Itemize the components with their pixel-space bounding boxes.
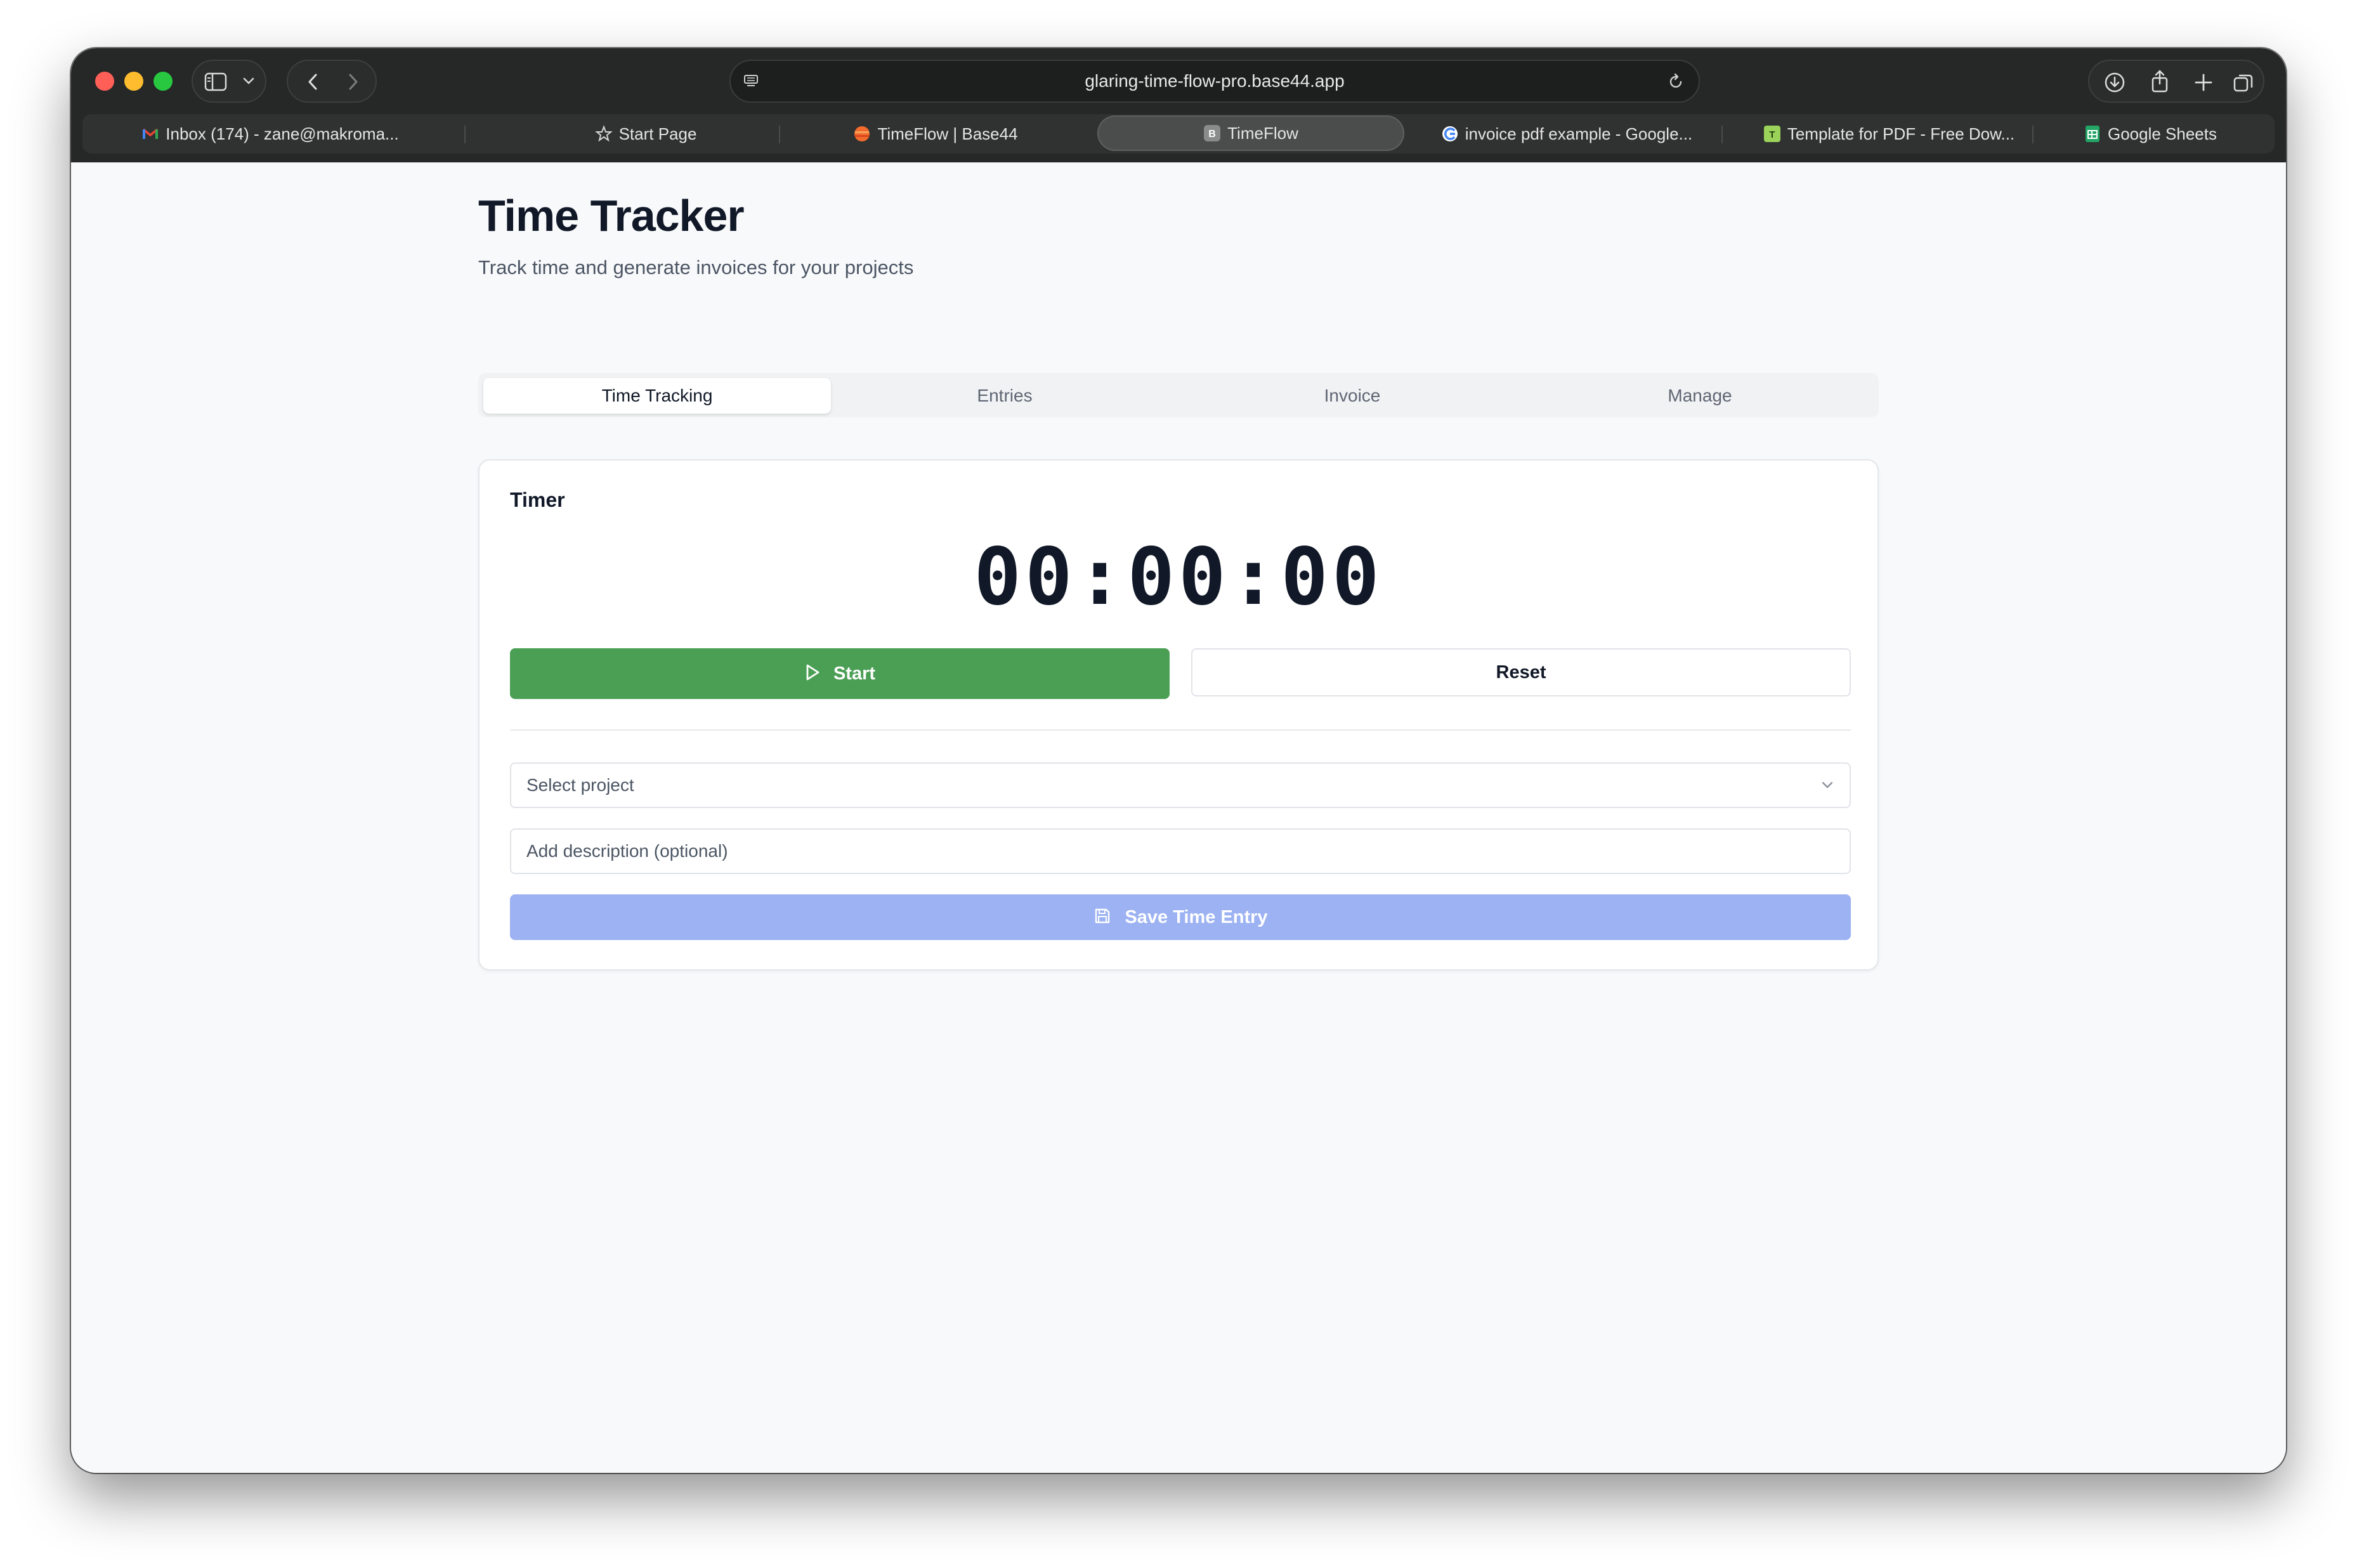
- svg-text:B: B: [1208, 129, 1216, 140]
- tab-separator: [2032, 126, 2034, 143]
- tab-separator: [464, 126, 466, 143]
- star-icon: [594, 125, 613, 142]
- project-select[interactable]: Select project: [510, 762, 1851, 808]
- start-button-label: Start: [833, 663, 876, 684]
- b-badge-icon: B: [1204, 125, 1221, 142]
- share-icon[interactable]: [2149, 69, 2171, 94]
- browser-tab-label: TimeFlow: [1227, 124, 1298, 143]
- browser-tab-google-sheets[interactable]: Google Sheets: [2055, 114, 2245, 154]
- divider: [510, 729, 1851, 731]
- page-content: Time Tracker Track time and generate inv…: [71, 162, 2286, 1473]
- browser-tab-timeflow-base44[interactable]: TimeFlow | Base44: [799, 114, 1072, 154]
- sidebar-toggle-group: [192, 60, 266, 103]
- save-time-entry-button[interactable]: Save Time Entry: [510, 894, 1851, 940]
- chevron-down-icon: [1822, 781, 1833, 788]
- page-subtitle: Track time and generate invoices for you…: [478, 256, 914, 278]
- reset-button[interactable]: Reset: [1191, 648, 1851, 696]
- sheets-icon: [2085, 126, 2099, 143]
- template-icon: T: [1763, 126, 1780, 143]
- tab-bar: Inbox (174) - zane@makroma... Start Page…: [82, 114, 2275, 154]
- tab-time-tracking[interactable]: Time Tracking: [483, 378, 831, 414]
- start-button[interactable]: Start: [510, 648, 1170, 699]
- downloads-icon[interactable]: [2103, 71, 2126, 94]
- browser-tab-label: Start Page: [618, 124, 697, 143]
- tab-entries[interactable]: Entries: [831, 378, 1178, 414]
- forward-icon[interactable]: [346, 72, 360, 91]
- google-icon: [1442, 126, 1458, 142]
- svg-text:T: T: [1769, 129, 1775, 140]
- minimize-window-button[interactable]: [124, 72, 143, 91]
- zoom-window-button[interactable]: [153, 72, 173, 91]
- new-tab-icon[interactable]: [2193, 72, 2214, 93]
- timer-card: Timer 00:00:00 Start Reset Select projec…: [478, 459, 1879, 970]
- page-title: Time Tracker: [478, 191, 745, 240]
- gmail-icon: [143, 128, 159, 140]
- tab-separator: [779, 126, 780, 143]
- browser-tab-label: Google Sheets: [2107, 124, 2217, 143]
- save-button-label: Save Time Entry: [1125, 907, 1268, 927]
- browser-tab-timeflow[interactable]: B TimeFlow: [1097, 115, 1404, 151]
- reload-icon[interactable]: [1667, 72, 1686, 91]
- timer-display: 00:00:00: [974, 532, 1383, 623]
- browser-tab-label: Inbox (174) - zane@makroma...: [166, 124, 399, 143]
- browser-tab-label: TimeFlow | Base44: [877, 124, 1018, 143]
- browser-tab-invoice-search[interactable]: invoice pdf example - Google...: [1414, 114, 1719, 154]
- browser-tab-label: Template for PDF - Free Dow...: [1787, 124, 2015, 143]
- tab-invoice[interactable]: Invoice: [1178, 378, 1526, 414]
- tab-separator: [1721, 126, 1723, 143]
- address-bar[interactable]: glaring-time-flow-pro.base44.app: [729, 60, 1700, 103]
- base44-icon: [854, 126, 870, 142]
- browser-tab-label: invoice pdf example - Google...: [1465, 124, 1693, 143]
- url-text: glaring-time-flow-pro.base44.app: [1085, 71, 1345, 91]
- project-select-placeholder: Select project: [526, 775, 634, 795]
- browser-titlebar: glaring-time-flow-pro.base44.app Inbox (…: [71, 48, 2286, 162]
- description-input[interactable]: [510, 828, 1851, 874]
- browser-tab-start-page[interactable]: Start Page: [506, 114, 785, 154]
- chevron-down-icon[interactable]: [242, 76, 255, 86]
- play-icon: [806, 664, 819, 681]
- toolbar-actions-group: [2088, 60, 2264, 103]
- close-window-button[interactable]: [95, 72, 114, 91]
- tab-overview-icon[interactable]: [2233, 72, 2254, 94]
- back-icon[interactable]: [306, 72, 320, 91]
- section-tabs: Time Tracking Entries Invoice Manage: [478, 373, 1879, 417]
- save-icon: [1095, 909, 1110, 924]
- tab-manage[interactable]: Manage: [1526, 378, 1874, 414]
- navigation-group: [287, 60, 377, 103]
- browser-window: glaring-time-flow-pro.base44.app Inbox (…: [71, 48, 2286, 1473]
- browser-tab-gmail[interactable]: Inbox (174) - zane@makroma...: [118, 114, 422, 154]
- sidebar-icon[interactable]: [204, 72, 227, 91]
- browser-tab-template-pdf[interactable]: T Template for PDF - Free Dow...: [1737, 114, 2041, 154]
- timer-card-title: Timer: [510, 488, 565, 511]
